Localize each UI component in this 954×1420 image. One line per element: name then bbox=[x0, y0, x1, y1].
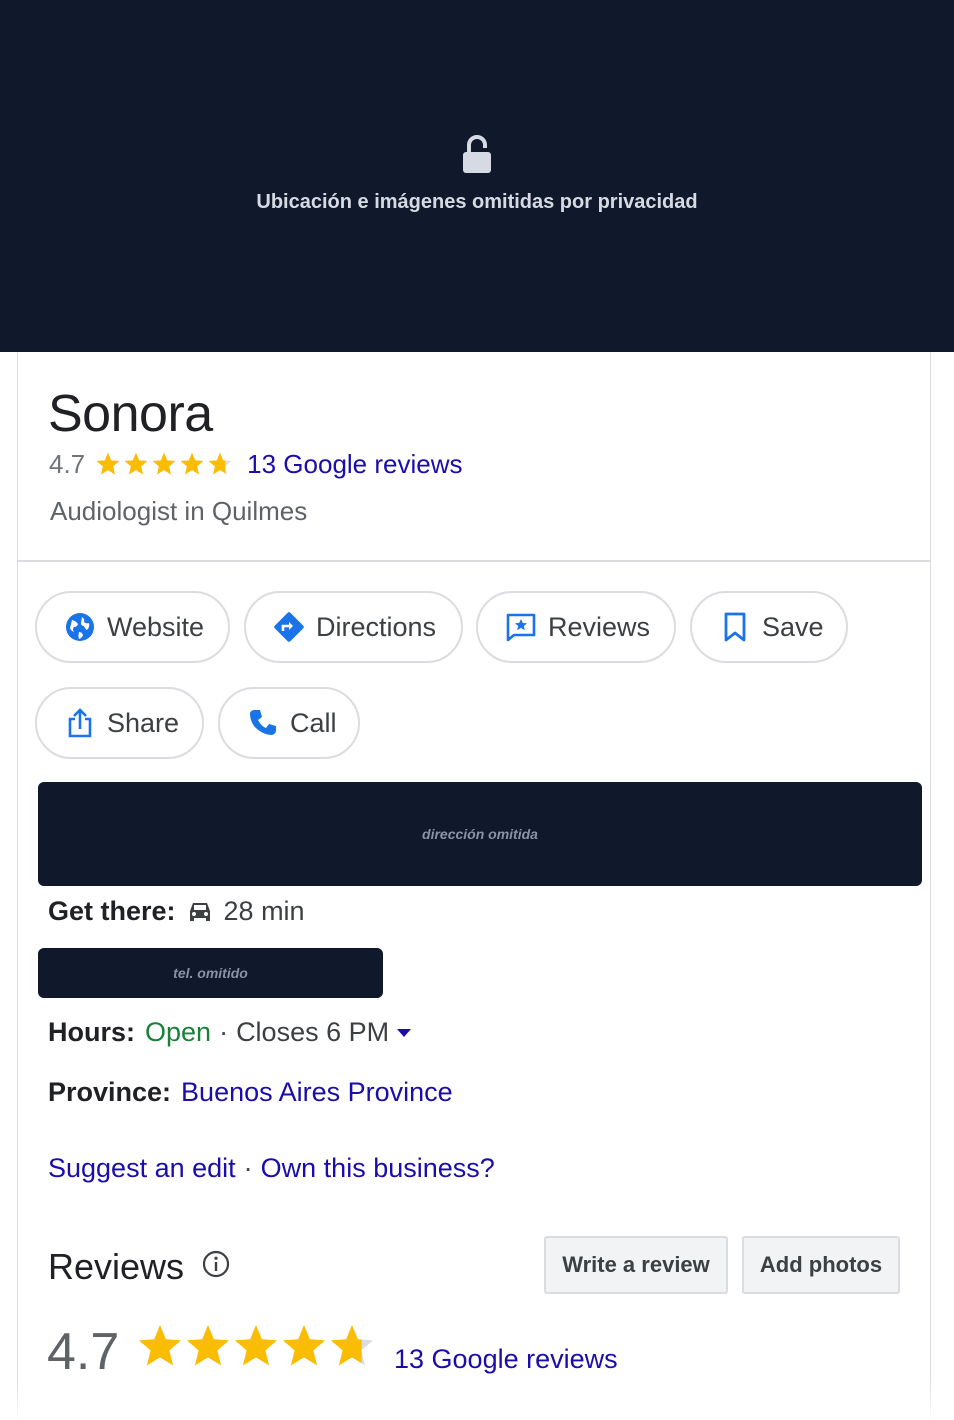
big-star-4 bbox=[283, 1325, 325, 1366]
website-button[interactable]: Website bbox=[35, 591, 230, 663]
reviews-label: Reviews bbox=[548, 611, 651, 642]
call-label: Call bbox=[290, 707, 337, 738]
province-label: Province: bbox=[48, 1077, 172, 1107]
review-icon bbox=[504, 610, 538, 644]
directions-label: Directions bbox=[316, 611, 437, 642]
address-redaction: dirección omitida bbox=[38, 782, 922, 886]
directions-icon bbox=[272, 610, 306, 644]
suggest-edit-link[interactable]: Suggest an edit bbox=[48, 1153, 236, 1184]
share-label: Share bbox=[107, 707, 180, 738]
small-star-2 bbox=[124, 452, 148, 475]
edit-links-row: Suggest an edit · Own this business? bbox=[48, 1153, 495, 1184]
privacy-banner: Ubicación e imágenes omitidas por privac… bbox=[0, 0, 954, 352]
small-star-4 bbox=[180, 452, 204, 475]
globe-icon bbox=[63, 610, 97, 644]
province-link[interactable]: Buenos Aires Province bbox=[181, 1077, 453, 1108]
reviews-button[interactable]: Reviews bbox=[476, 591, 676, 663]
hours-label: Hours: bbox=[48, 1017, 135, 1047]
google-reviews-link[interactable]: 13 Google reviews bbox=[247, 449, 462, 480]
privacy-banner-text: Ubicación e imágenes omitidas por privac… bbox=[256, 191, 698, 213]
phone-icon bbox=[246, 706, 280, 740]
big-star-1 bbox=[139, 1325, 181, 1366]
reviews-heading: Reviews bbox=[48, 1246, 185, 1287]
small-star-5 bbox=[208, 452, 232, 475]
directions-button[interactable]: Directions bbox=[244, 591, 463, 663]
caret-down-icon[interactable] bbox=[395, 1027, 413, 1039]
province-row: Province: Buenos Aires Province bbox=[48, 1077, 453, 1108]
bookmark-icon bbox=[718, 610, 752, 644]
small-star-1 bbox=[96, 452, 120, 475]
hours-closes[interactable]: Closes 6 PM bbox=[236, 1017, 389, 1048]
lock-icon bbox=[463, 135, 491, 173]
hours-separator: · bbox=[219, 1017, 229, 1047]
add-photos-button[interactable]: Add photos bbox=[742, 1236, 900, 1294]
write-review-button[interactable]: Write a review bbox=[544, 1236, 728, 1294]
website-label: Website bbox=[107, 611, 205, 642]
phone-redaction: tel. omitido bbox=[38, 948, 383, 998]
get-there-value: 28 min bbox=[223, 896, 305, 926]
divider bbox=[18, 560, 930, 562]
hours-status: Open bbox=[145, 1017, 212, 1047]
save-button[interactable]: Save bbox=[690, 591, 848, 663]
big-star-2 bbox=[187, 1325, 229, 1366]
rating-stars bbox=[95, 451, 235, 477]
get-there-label: Get there: bbox=[48, 896, 176, 926]
rating-value: 4.7 bbox=[49, 448, 86, 479]
get-there-row: Get there: 28 min bbox=[48, 896, 305, 927]
own-business-link[interactable]: Own this business? bbox=[261, 1153, 495, 1184]
small-star-3 bbox=[152, 452, 176, 475]
share-icon bbox=[63, 706, 97, 740]
hours-row: Hours: Open · Closes 6 PM bbox=[48, 1017, 413, 1048]
overall-rating: 4.7 bbox=[47, 1323, 120, 1381]
info-icon[interactable] bbox=[202, 1250, 230, 1278]
overall-rating-stars bbox=[136, 1322, 376, 1370]
share-button[interactable]: Share bbox=[35, 687, 204, 759]
save-label: Save bbox=[762, 611, 824, 642]
call-button[interactable]: Call bbox=[218, 687, 360, 759]
rating-row: 4.7 13 Google reviews bbox=[49, 448, 463, 480]
big-star-3 bbox=[235, 1325, 277, 1366]
links-separator: · bbox=[243, 1153, 253, 1183]
big-star-5 bbox=[331, 1325, 373, 1366]
overall-reviews-link[interactable]: 13 Google reviews bbox=[394, 1344, 618, 1375]
business-name: Sonora bbox=[48, 385, 213, 443]
business-category: Audiologist in Quilmes bbox=[50, 496, 308, 526]
car-icon bbox=[189, 902, 210, 921]
